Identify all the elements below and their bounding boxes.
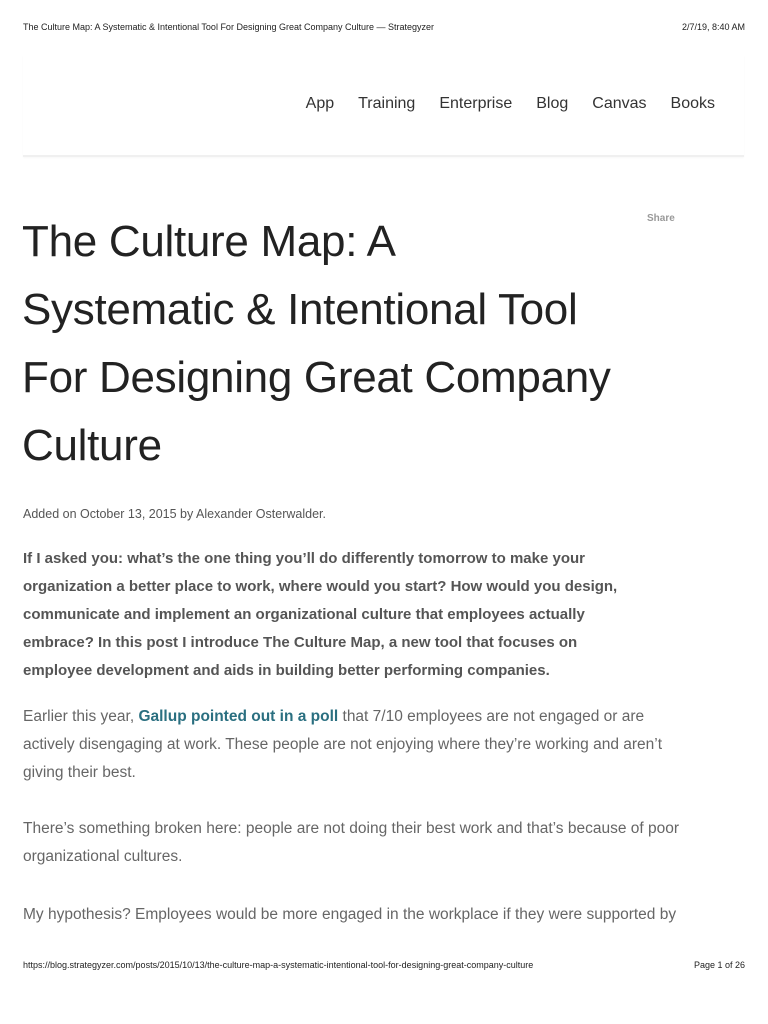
title-line: Systematic & Intentional Tool [22, 285, 578, 334]
text: Earlier this year, [23, 708, 139, 725]
text-line: organization a better place to work, whe… [23, 578, 618, 595]
title-line: The Culture Map: A [22, 217, 396, 266]
text-line: My hypothesis? Employees would be more e… [23, 906, 677, 923]
site-header: App Training Enterprise Blog Canvas Book… [23, 55, 744, 157]
article-title: The Culture Map: A Systematic & Intentio… [22, 208, 611, 480]
paragraph-broken: There’s something broken here: people ar… [23, 815, 679, 871]
text-line: giving their best. [23, 764, 136, 781]
nav-books[interactable]: Books [671, 95, 715, 113]
text-line: There’s something broken here: people ar… [23, 820, 680, 837]
print-datetime: 2/7/19, 8:40 AM [681, 22, 745, 32]
text-line: employee development and aids in buildin… [23, 662, 550, 679]
article-meta: Added on October 13, 2015 by Alexander O… [23, 507, 326, 521]
print-header: The Culture Map: A Systematic & Intentio… [23, 22, 745, 32]
title-line: Culture [22, 421, 162, 470]
main-nav: App Training Enterprise Blog Canvas Book… [306, 95, 715, 113]
nav-training[interactable]: Training [358, 95, 415, 113]
text-line: If I asked you: what’s the one thing you… [23, 550, 586, 567]
text-line: embrace? In this post I introduce The Cu… [23, 634, 578, 651]
intro-paragraph: If I asked you: what’s the one thing you… [23, 545, 617, 685]
text-line: actively disengaging at work. These peop… [23, 736, 663, 753]
text-line: Earlier this year, Gallup pointed out in… [23, 703, 662, 731]
paragraph-hypothesis: My hypothesis? Employees would be more e… [23, 901, 676, 929]
text: that 7/10 employees are not engaged or a… [338, 708, 645, 725]
gallup-poll-link[interactable]: Gallup pointed out in a poll [138, 708, 338, 725]
nav-blog[interactable]: Blog [536, 95, 568, 113]
text-line: organizational cultures. [23, 848, 183, 865]
nav-app[interactable]: App [306, 95, 334, 113]
text-line: communicate and implement an organizatio… [23, 606, 585, 623]
paragraph-gallup: Earlier this year, Gallup pointed out in… [23, 703, 662, 787]
share-button[interactable]: Share [647, 213, 675, 224]
page-number: Page 1 of 26 [693, 960, 745, 970]
nav-canvas[interactable]: Canvas [592, 95, 646, 113]
print-footer: https://blog.strategyzer.com/posts/2015/… [23, 960, 745, 970]
print-url: https://blog.strategyzer.com/posts/2015/… [23, 960, 534, 970]
print-title: The Culture Map: A Systematic & Intentio… [23, 22, 435, 32]
title-line: For Designing Great Company [22, 353, 611, 402]
nav-enterprise[interactable]: Enterprise [439, 95, 512, 113]
